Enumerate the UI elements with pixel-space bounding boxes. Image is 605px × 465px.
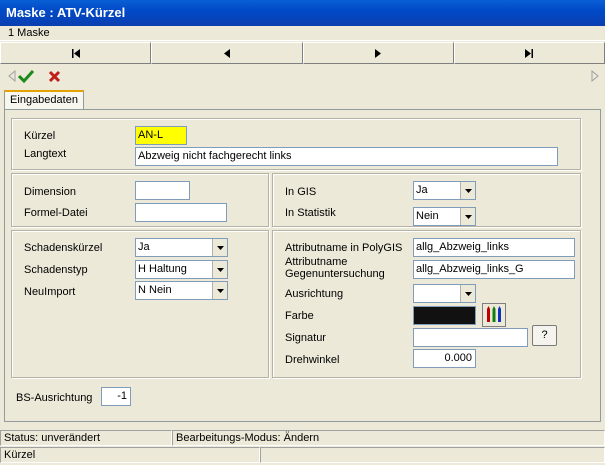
- drehwinkel-label: Drehwinkel: [285, 354, 340, 366]
- tab-panel-eingabedaten: Kürzel AN-L Langtext Abzweig nicht fachg…: [4, 109, 601, 422]
- schadenstyp-value: H Haltung: [138, 263, 187, 275]
- ausrichtung-select[interactable]: [413, 284, 476, 303]
- schadenskuerzel-label: Schadenskürzel: [24, 242, 103, 254]
- in-statistik-select[interactable]: Nein: [413, 207, 476, 226]
- signatur-label: Signatur: [285, 332, 326, 344]
- dimension-label: Dimension: [24, 186, 76, 198]
- bs-ausrichtung-field[interactable]: -1: [101, 387, 131, 406]
- color-picker-button[interactable]: [482, 303, 506, 327]
- kuerzel-label: Kürzel: [24, 130, 56, 142]
- in-gis-select[interactable]: Ja: [413, 181, 476, 200]
- menu-maske[interactable]: 1 Maske: [8, 27, 50, 39]
- menubar: 1 Maske: [0, 26, 605, 41]
- prev-record-button[interactable]: [151, 42, 303, 64]
- neuimport-value: N Nein: [138, 284, 172, 296]
- scroll-right-icon[interactable]: [585, 66, 605, 86]
- status-bar-bottom: Kürzel: [0, 447, 605, 463]
- in-gis-value: Ja: [416, 184, 428, 196]
- ok-button[interactable]: [16, 66, 36, 86]
- cross-icon: [48, 70, 60, 82]
- bs-ausrichtung-label: BS-Ausrichtung: [16, 392, 93, 404]
- formel-datei-field[interactable]: [135, 203, 227, 222]
- attributname-gegen-label-line1: Attributname: [285, 256, 348, 268]
- status-mode: Bearbeitungs-Modus: Ändern: [172, 430, 605, 446]
- formel-datei-label: Formel-Datei: [24, 207, 88, 219]
- status-empty: [260, 447, 605, 463]
- attributname-polygis-field[interactable]: allg_Abzweig_links: [413, 238, 575, 257]
- prev-record-icon: [223, 48, 230, 58]
- chevron-down-icon[interactable]: [212, 282, 227, 299]
- last-record-button[interactable]: [453, 42, 605, 64]
- langtext-field[interactable]: Abzweig nicht fachgerecht links: [135, 147, 558, 166]
- dimension-field[interactable]: [135, 181, 190, 200]
- schadenskuerzel-select[interactable]: Ja: [135, 238, 228, 257]
- in-statistik-label: In Statistik: [285, 207, 336, 219]
- chevron-down-icon[interactable]: [460, 285, 475, 302]
- mask-window: Maske : ATV-Kürzel 1 Maske Eingabedaten …: [0, 0, 605, 465]
- check-icon: [18, 69, 34, 83]
- kuerzel-field[interactable]: AN-L: [135, 126, 187, 145]
- chevron-down-icon[interactable]: [212, 239, 227, 256]
- toolbar: [0, 66, 605, 88]
- farbe-label: Farbe: [285, 310, 314, 322]
- neuimport-select[interactable]: N Nein: [135, 281, 228, 300]
- schadenstyp-label: Schadenstyp: [24, 264, 88, 276]
- next-record-button[interactable]: [302, 42, 454, 64]
- signatur-field[interactable]: [413, 328, 528, 347]
- first-record-button[interactable]: [0, 42, 152, 64]
- first-record-icon: [71, 48, 80, 58]
- last-record-icon: [525, 48, 534, 58]
- in-statistik-value: Nein: [416, 210, 439, 222]
- schadenskuerzel-value: Ja: [138, 241, 150, 253]
- color-pencils-icon: [487, 306, 501, 322]
- tab-eingabedaten[interactable]: Eingabedaten: [4, 90, 84, 110]
- langtext-label: Langtext: [24, 148, 67, 160]
- neuimport-label: NeuImport: [24, 286, 76, 298]
- schadenstyp-select[interactable]: H Haltung: [135, 260, 228, 279]
- record-navigation: [0, 42, 605, 64]
- attributname-gegen-label-line2: Gegenuntersuchung: [285, 268, 385, 280]
- signatur-help-button[interactable]: ?: [532, 325, 557, 346]
- cancel-button[interactable]: [44, 66, 64, 86]
- in-gis-label: In GIS: [285, 186, 317, 198]
- drehwinkel-field[interactable]: 0.000: [413, 349, 476, 368]
- attributname-polygis-label: Attributname in PolyGIS: [285, 242, 403, 254]
- chevron-down-icon[interactable]: [212, 261, 227, 278]
- status-bar: Status: unverändert Bearbeitungs-Modus: …: [0, 430, 605, 446]
- window-title: Maske : ATV-Kürzel: [0, 0, 605, 26]
- farbe-swatch[interactable]: [413, 306, 476, 325]
- next-record-icon: [375, 48, 382, 58]
- attributname-gegen-field[interactable]: allg_Abzweig_links_G: [413, 260, 575, 279]
- chevron-down-icon[interactable]: [460, 208, 475, 225]
- ausrichtung-label: Ausrichtung: [285, 288, 344, 300]
- chevron-down-icon[interactable]: [460, 182, 475, 199]
- attributname-gegen-label: Attributname Gegenuntersuchung: [285, 256, 385, 280]
- status-state: Status: unverändert: [0, 430, 172, 446]
- status-field-name: Kürzel: [0, 447, 260, 463]
